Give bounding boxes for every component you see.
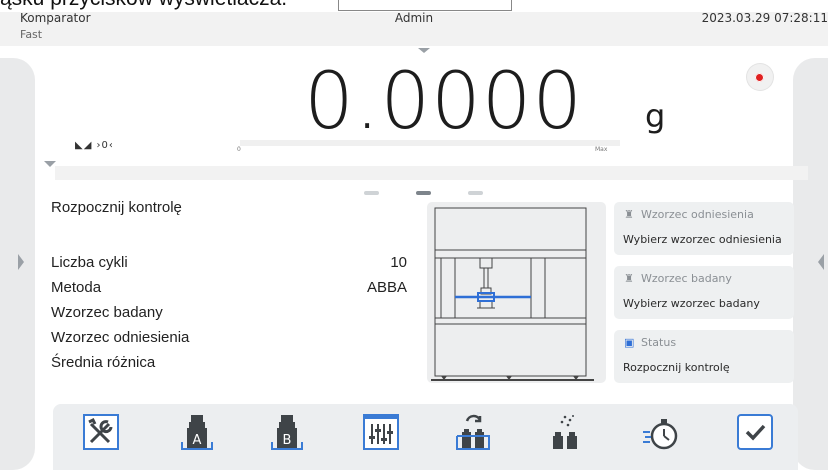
auto-weights-button[interactable]: [545, 412, 585, 454]
card-value: Wybierz wzorzec badany: [623, 297, 760, 310]
expand-right-icon: [818, 254, 824, 270]
card-title-text: Wzorzec badany: [641, 272, 732, 285]
weight-a-icon: A: [181, 415, 213, 450]
card-title-text: Status: [641, 336, 677, 349]
weighing-bargraph: [240, 140, 620, 146]
param-label: Wzorzec badany: [51, 304, 163, 321]
param-value: ABBA: [366, 279, 407, 296]
comparator-illustration: [427, 202, 606, 383]
sliders-icon: [363, 414, 399, 450]
tested-standard-card[interactable]: ♜ Wzorzec badany Wybierz wzorzec badany: [614, 266, 794, 319]
expand-left-icon: [18, 254, 24, 270]
card-title: ♜ Wzorzec badany: [624, 272, 732, 285]
weight-b-letter: B: [283, 433, 292, 448]
param-value: 10: [390, 254, 407, 271]
timer-button[interactable]: [641, 412, 681, 454]
sparkle-weights-icon: [553, 415, 577, 449]
right-side-panel[interactable]: [793, 58, 828, 470]
parameters-button[interactable]: [361, 412, 401, 454]
page-dot-2[interactable]: [416, 191, 431, 195]
page-dot-1[interactable]: [364, 191, 379, 195]
param-row: Wzorzec odniesienia: [51, 329, 407, 354]
status-icon: ▣: [624, 336, 635, 349]
bottom-toolbar: A B: [53, 404, 798, 470]
card-title-text: Wzorzec odniesienia: [641, 208, 754, 221]
bargraph-max-label: Max: [595, 146, 608, 153]
left-side-panel[interactable]: [0, 58, 35, 470]
card-value: Rozpocznij kontrolę: [623, 361, 730, 374]
bargraph-min-label: 0: [237, 146, 241, 153]
document-overlay-box: [338, 0, 512, 11]
stability-zero-indicators: ◣◢ ›0‹: [75, 140, 114, 151]
swap-weights-button[interactable]: [453, 412, 493, 454]
confirm-button[interactable]: [735, 412, 775, 454]
swap-weights-icon: [456, 414, 490, 450]
user-label: Admin: [394, 11, 434, 25]
param-row: Metoda ABBA: [51, 279, 407, 304]
page-dot-3[interactable]: [468, 191, 483, 195]
settings-tools-button[interactable]: [81, 412, 121, 454]
param-label: Średnia różnica: [51, 354, 156, 371]
panel-title: Rozpocznij kontrolę: [51, 199, 182, 216]
info-field-bar[interactable]: [55, 166, 808, 180]
document-overlay-text: ąsku przycisków wyświetlacza.: [0, 0, 287, 11]
record-button[interactable]: [747, 64, 773, 90]
weight-b-icon: B: [271, 415, 303, 450]
param-label: Metoda: [51, 279, 102, 296]
weighing-display: 0.0000 g ◣◢ ›0‹ 0 Max: [35, 57, 793, 178]
param-row: Liczba cykli 10: [51, 254, 407, 279]
param-label: Liczba cykli: [51, 254, 128, 271]
weight-a-button[interactable]: A: [177, 412, 217, 454]
stopwatch-icon: [643, 419, 678, 450]
parameter-list: Liczba cykli 10 Metoda ABBA Wzorzec bada…: [51, 254, 407, 379]
weight-icon: ♜: [624, 272, 634, 285]
tools-icon: [83, 414, 119, 450]
param-label: Wzorzec odniesienia: [51, 329, 190, 346]
card-title: ▣ Status: [624, 336, 676, 349]
mode-variant: Fast: [20, 28, 43, 41]
card-title: ♜ Wzorzec odniesienia: [624, 208, 754, 221]
top-bar: Komparator Fast Admin 2023.03.29 07:28:1…: [0, 11, 828, 53]
date-time: 2023.03.29 07:28:11: [701, 11, 828, 25]
weight-icon: ♜: [624, 208, 634, 221]
param-row: Średnia różnica: [51, 354, 407, 379]
weight-unit[interactable]: g: [645, 97, 665, 135]
pull-down-caret-icon[interactable]: [418, 48, 430, 53]
comparator-machine-icon: [431, 207, 594, 381]
weight-readout: 0.0000: [304, 57, 583, 147]
reference-standard-card[interactable]: ♜ Wzorzec odniesienia Wybierz wzorzec odn…: [614, 202, 794, 255]
status-card[interactable]: ▣ Status Rozpocznij kontrolę: [614, 330, 794, 383]
weight-a-letter: A: [193, 433, 202, 448]
check-icon: [737, 414, 773, 450]
param-row: Wzorzec badany: [51, 304, 407, 329]
card-value: Wybierz wzorzec odniesienia: [623, 233, 782, 246]
weight-b-button[interactable]: B: [267, 412, 307, 454]
